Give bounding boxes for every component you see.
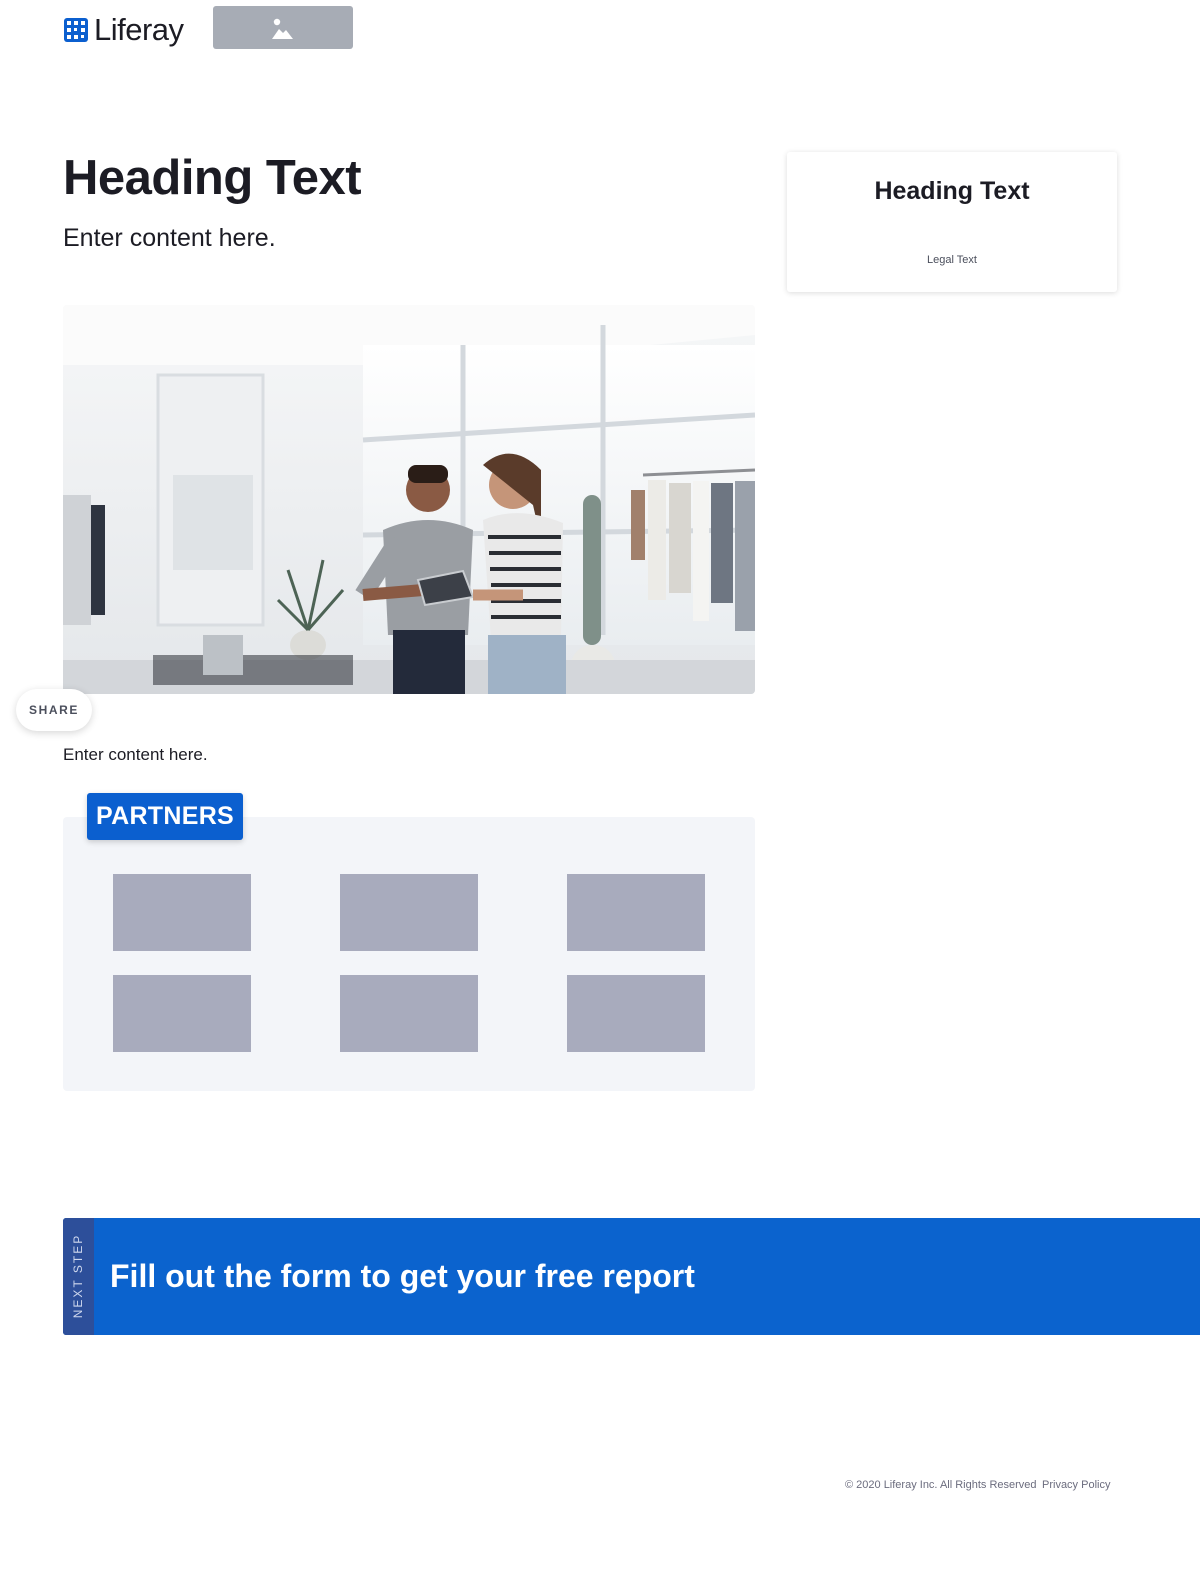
liferay-logo-icon <box>64 17 88 42</box>
cta-side-strip: NEXT STEP <box>63 1218 94 1335</box>
logo-text: Liferay <box>94 12 184 47</box>
image-placeholder[interactable] <box>213 6 353 49</box>
body-text: Enter content here. <box>63 745 208 764</box>
partners-label: PARTNERS <box>87 793 243 840</box>
image-icon <box>272 18 293 39</box>
card-heading: Heading Text <box>874 177 1030 205</box>
page-subtitle: Enter content here. <box>63 224 276 252</box>
partner-logo-placeholder[interactable] <box>567 975 705 1052</box>
partner-logo-placeholder[interactable] <box>113 975 251 1052</box>
partner-logo-placeholder[interactable] <box>567 874 705 951</box>
card-legal-text: Legal Text <box>927 254 977 266</box>
liferay-logo[interactable]: Liferay <box>64 14 184 45</box>
privacy-policy-link[interactable]: Privacy Policy <box>1042 1479 1110 1491</box>
page-title: Heading Text <box>63 151 362 205</box>
info-card: Heading Text <box>787 152 1117 292</box>
partner-logo-placeholder[interactable] <box>113 874 251 951</box>
share-button[interactable]: SHARE <box>16 689 92 731</box>
footer-copyright: © 2020 Liferay Inc. All Rights Reserved <box>845 1479 1037 1491</box>
partner-logo-placeholder[interactable] <box>340 874 478 951</box>
hero-photo <box>63 305 755 694</box>
cta-text[interactable]: Fill out the form to get your free repor… <box>110 1258 695 1295</box>
partner-logo-placeholder[interactable] <box>340 975 478 1052</box>
cta-banner[interactable]: NEXT STEP Fill out the form to get your … <box>63 1218 1200 1335</box>
store-scene-image <box>63 305 755 694</box>
partners-section <box>63 817 755 1091</box>
next-step-label: NEXT STEP <box>71 1233 85 1319</box>
